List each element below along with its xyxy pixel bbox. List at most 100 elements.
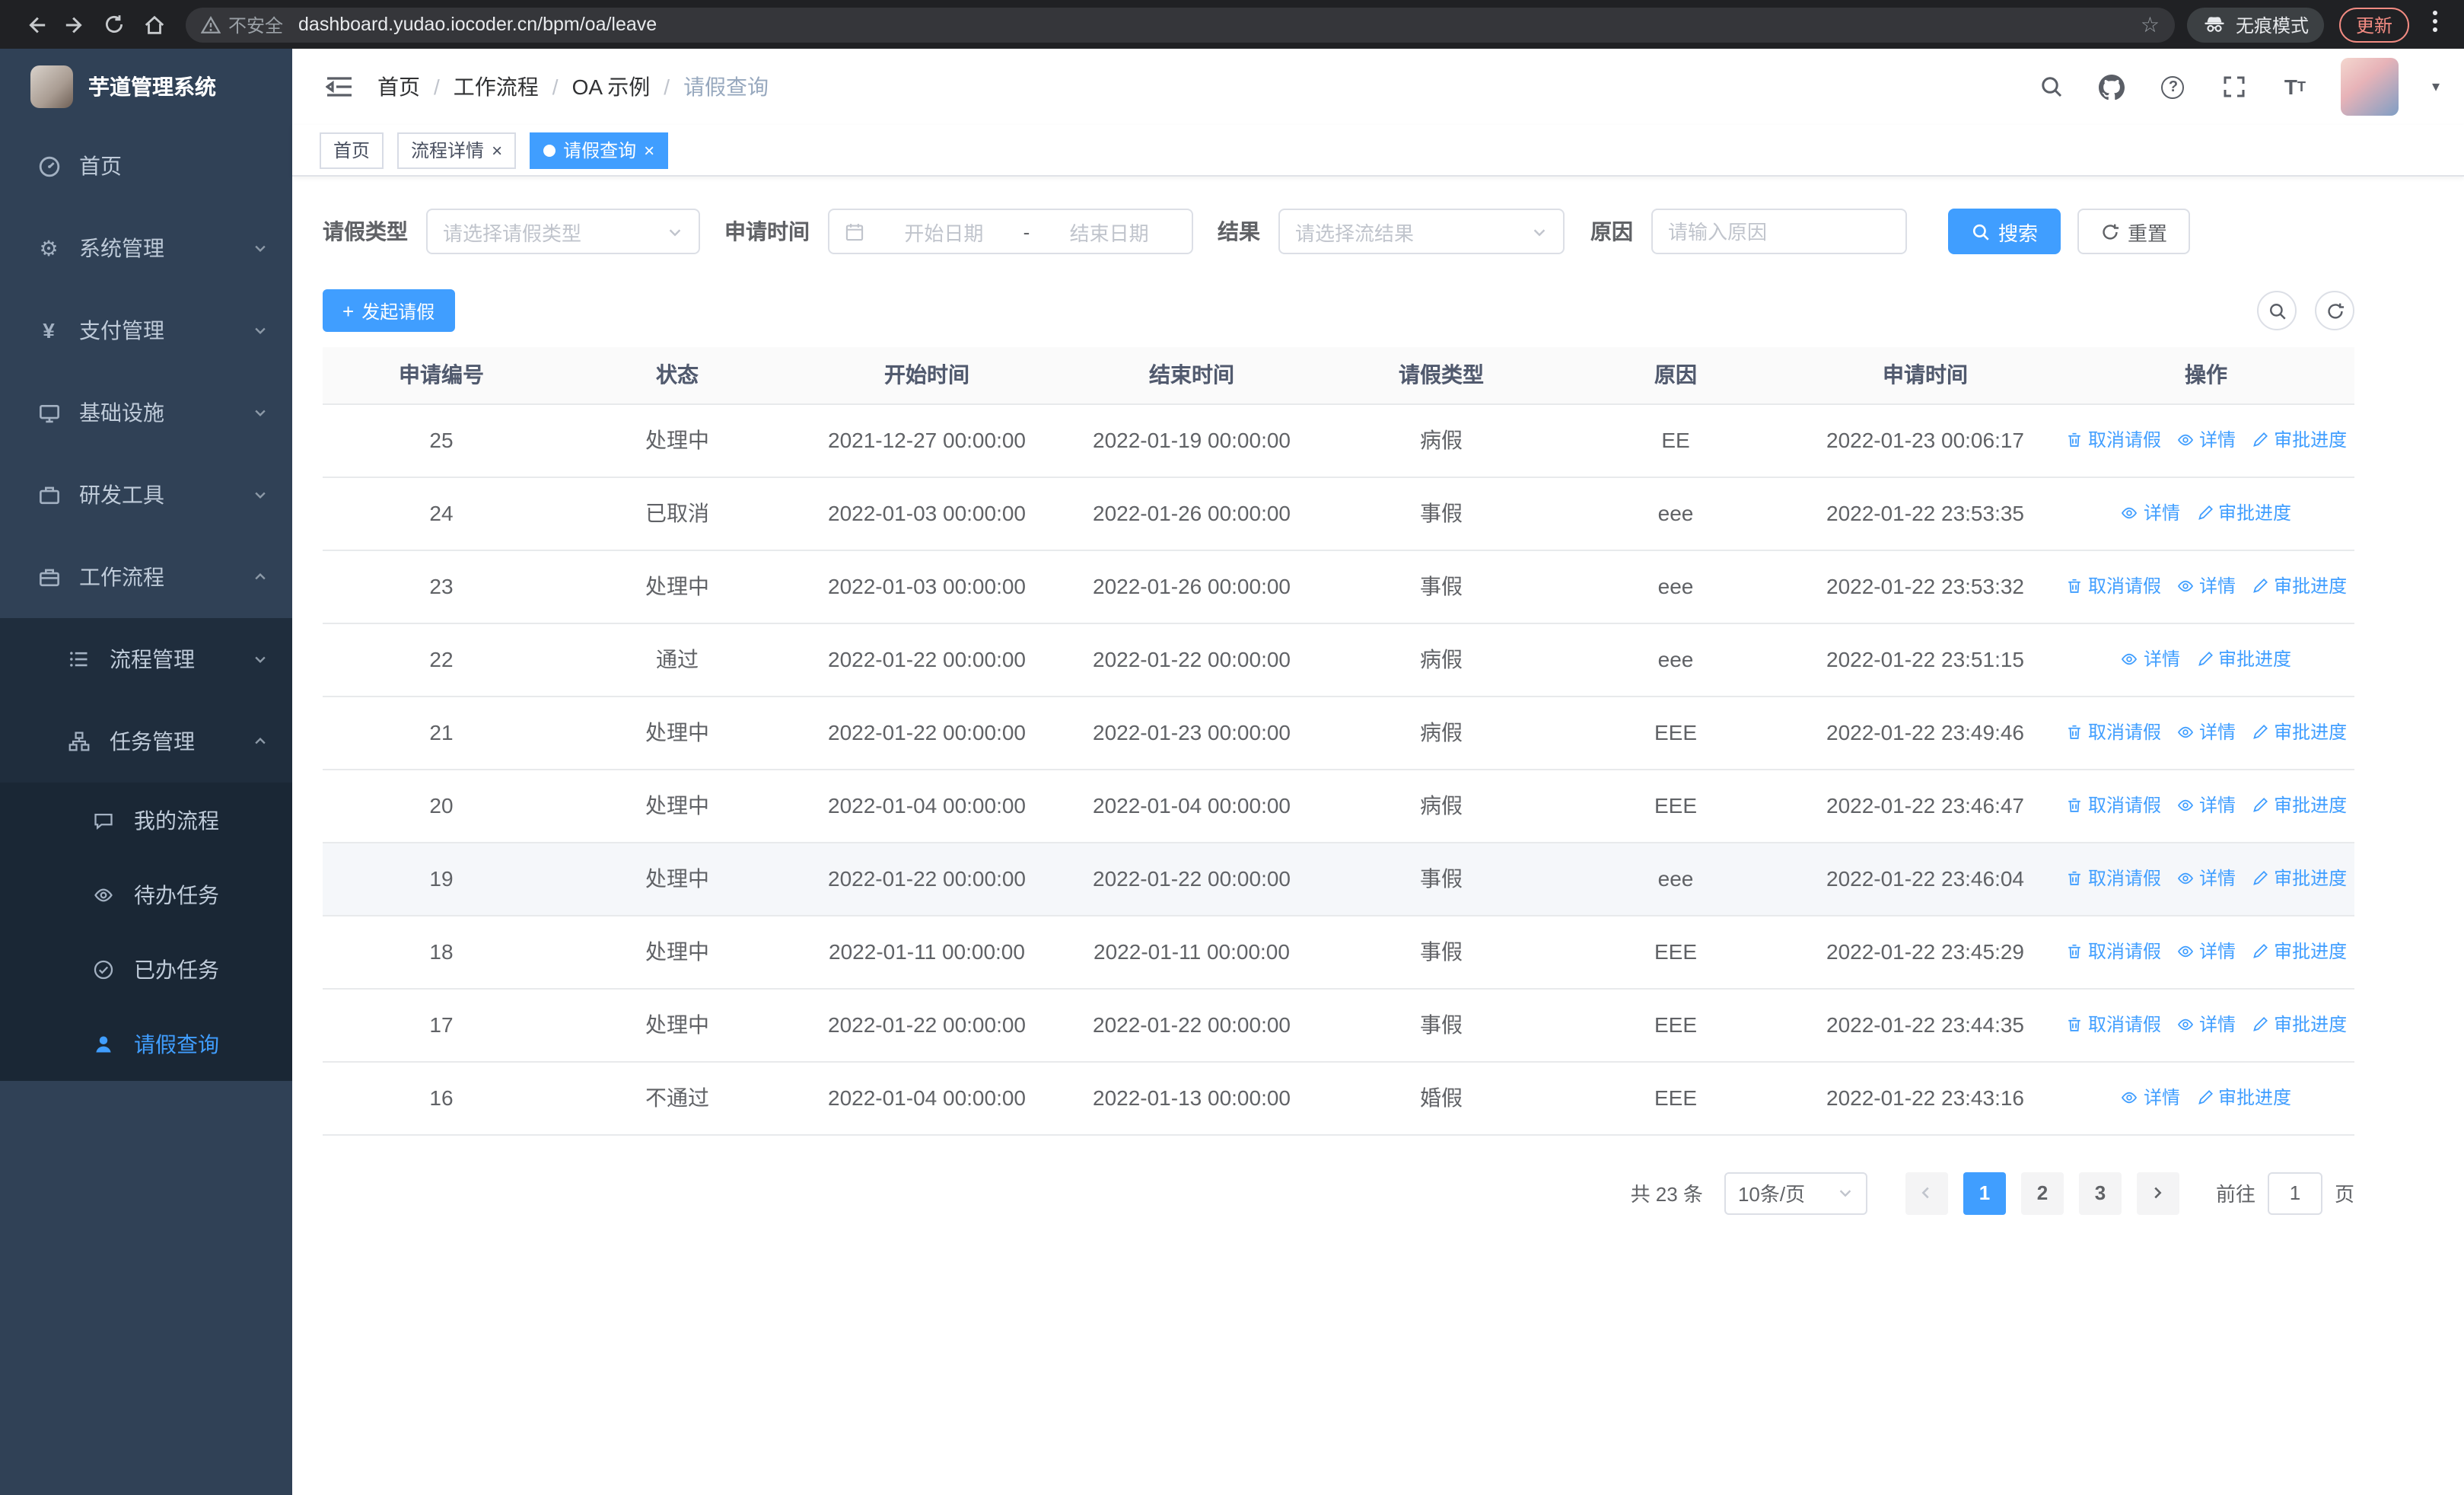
sidebar-item-payment[interactable]: ¥ 支付管理 [0, 289, 292, 371]
main-area: 首页 / 工作流程 / OA 示例 / 请假查询 ? T T ▾ 首页 流程详情… [292, 49, 2464, 1495]
prev-page-button[interactable] [1905, 1171, 1948, 1214]
page-size-value: 10条/页 [1737, 1183, 1806, 1206]
sidebar-item-label: 研发工具 [79, 483, 164, 507]
detail-link[interactable]: 详情 [2176, 427, 2236, 453]
action-label: 详情 [2199, 575, 2236, 598]
page-button-2[interactable]: 2 [2020, 1171, 2064, 1214]
browser-menu-icon[interactable] [2421, 8, 2449, 40]
approval-progress-link[interactable]: 审批进度 [2251, 573, 2347, 599]
detail-link[interactable]: 详情 [2176, 939, 2236, 964]
sidebar-item-my-process[interactable]: 我的流程 [0, 783, 292, 857]
detail-link[interactable]: 详情 [2121, 646, 2180, 672]
detail-link[interactable]: 详情 [2176, 719, 2236, 745]
sidebar-item-system[interactable]: ⚙ 系统管理 [0, 207, 292, 289]
tab-leave-query[interactable]: 请假查询 × [530, 132, 669, 168]
action-label: 详情 [2199, 722, 2236, 744]
approval-progress-link[interactable]: 审批进度 [2251, 939, 2347, 964]
approval-progress-link[interactable]: 审批进度 [2195, 1085, 2291, 1111]
approval-progress-link[interactable]: 审批进度 [2251, 719, 2347, 745]
cell-applied: 2022-01-22 23:51:15 [1793, 623, 2058, 696]
approval-progress-link[interactable]: 审批进度 [2251, 427, 2347, 453]
cancel-leave-link[interactable]: 取消请假 [2065, 1012, 2161, 1038]
chevron-down-icon [253, 236, 268, 260]
approval-progress-link[interactable]: 审批进度 [2195, 500, 2291, 526]
bookmark-star-icon[interactable]: ☆ [2141, 11, 2160, 37]
search-button[interactable]: 搜索 [1948, 209, 2061, 254]
workflow-submenu: 流程管理 任务管理 我的流程 待办任务 已办任务 请假查询 [0, 618, 292, 1081]
table-toolbar: + 发起请假 [323, 289, 2354, 332]
pagination: 共 23 条 10条/页 1 2 3 前往 1 页 [323, 1171, 2354, 1214]
sidebar-item-workflow[interactable]: 工作流程 [0, 536, 292, 618]
close-icon[interactable]: × [492, 141, 502, 159]
cancel-leave-link[interactable]: 取消请假 [2065, 939, 2161, 964]
table-refresh-icon[interactable] [2315, 291, 2354, 330]
create-leave-button[interactable]: + 发起请假 [323, 289, 455, 332]
browser-update-button[interactable]: 更新 [2338, 7, 2409, 42]
detail-link[interactable]: 详情 [2121, 1085, 2180, 1111]
browser-back-icon[interactable] [15, 5, 55, 44]
next-page-button[interactable] [2136, 1171, 2179, 1214]
page-button-1[interactable]: 1 [1963, 1171, 2006, 1214]
cancel-leave-link[interactable]: 取消请假 [2065, 719, 2161, 745]
cancel-leave-link[interactable]: 取消请假 [2065, 792, 2161, 818]
breadcrumb-workflow[interactable]: 工作流程 [454, 72, 539, 102]
browser-home-icon[interactable] [134, 5, 173, 44]
approval-progress-link[interactable]: 审批进度 [2195, 646, 2291, 672]
app-logo[interactable]: 芋道管理系统 [0, 49, 292, 125]
sidebar-item-infrastructure[interactable]: 基础设施 [0, 371, 292, 454]
reset-button[interactable]: 重置 [2077, 209, 2191, 254]
browser-refresh-icon[interactable] [94, 5, 134, 44]
date-range-picker[interactable]: 开始日期 - 结束日期 [828, 209, 1193, 254]
approval-progress-link[interactable]: 审批进度 [2251, 1012, 2347, 1038]
cancel-leave-link[interactable]: 取消请假 [2065, 573, 2161, 599]
sidebar-toggle-icon[interactable] [326, 75, 353, 99]
sidebar-item-process-management[interactable]: 流程管理 [0, 618, 292, 700]
detail-link[interactable]: 详情 [2176, 573, 2236, 599]
browser-forward-icon[interactable] [55, 5, 94, 44]
leave-type-select[interactable]: 请选择请假类型 [426, 209, 700, 254]
user-avatar[interactable] [2340, 58, 2399, 116]
end-date-placeholder: 结束日期 [1069, 222, 1149, 244]
table-search-toggle-icon[interactable] [2257, 291, 2297, 330]
font-size-icon[interactable]: TT [2280, 72, 2310, 102]
sidebar-item-todo-tasks[interactable]: 待办任务 [0, 857, 292, 932]
sidebar-item-leave-query[interactable]: 请假查询 [0, 1006, 292, 1081]
tab-process-detail[interactable]: 流程详情 × [397, 132, 517, 168]
tab-home[interactable]: 首页 [320, 132, 384, 168]
search-icon[interactable] [2036, 72, 2067, 102]
fullscreen-icon[interactable] [2219, 72, 2249, 102]
goto-page-input[interactable] [2267, 1171, 2322, 1214]
result-label: 结果 [1218, 219, 1260, 244]
avatar-caret-icon[interactable]: ▾ [2432, 78, 2440, 95]
reason-input[interactable] [1668, 220, 1890, 243]
chevron-down-icon [1531, 223, 1548, 240]
approval-progress-link[interactable]: 审批进度 [2251, 792, 2347, 818]
sidebar-item-home[interactable]: 首页 [0, 125, 292, 207]
cell-actions: 取消请假 详情 审批进度 [2058, 842, 2354, 916]
approval-progress-link[interactable]: 审批进度 [2251, 865, 2347, 891]
detail-link[interactable]: 详情 [2176, 865, 2236, 891]
action-label: 详情 [2143, 502, 2180, 524]
cancel-leave-link[interactable]: 取消请假 [2065, 865, 2161, 891]
result-select[interactable]: 请选择流结果 [1278, 209, 1565, 254]
leave-table: 申请编号 状态 开始时间 结束时间 请假类型 原因 申请时间 操作 25 处理中 2… [323, 347, 2354, 1135]
security-warning[interactable]: 不安全 [201, 11, 283, 37]
cell-id: 16 [323, 1061, 560, 1135]
page-button-3[interactable]: 3 [2078, 1171, 2122, 1214]
sidebar-item-done-tasks[interactable]: 已办任务 [0, 932, 292, 1006]
detail-link[interactable]: 详情 [2121, 500, 2180, 526]
github-icon[interactable] [2097, 72, 2128, 102]
detail-link[interactable]: 详情 [2176, 792, 2236, 818]
help-icon[interactable]: ? [2158, 72, 2189, 102]
cancel-leave-link[interactable]: 取消请假 [2065, 427, 2161, 453]
edit-icon [2198, 651, 2212, 666]
address-bar[interactable]: 不安全 dashboard.yudao.iocoder.cn/bpm/oa/le… [186, 7, 2175, 42]
detail-link[interactable]: 详情 [2176, 1012, 2236, 1038]
sidebar-item-devtools[interactable]: 研发工具 [0, 454, 292, 536]
sidebar-item-task-management[interactable]: 任务管理 [0, 700, 292, 783]
eye-icon [2122, 653, 2138, 665]
page-size-select[interactable]: 10条/页 [1724, 1171, 1867, 1214]
breadcrumb-home[interactable]: 首页 [377, 72, 420, 102]
close-icon[interactable]: × [644, 141, 654, 159]
breadcrumb-oa[interactable]: OA 示例 [572, 72, 651, 102]
